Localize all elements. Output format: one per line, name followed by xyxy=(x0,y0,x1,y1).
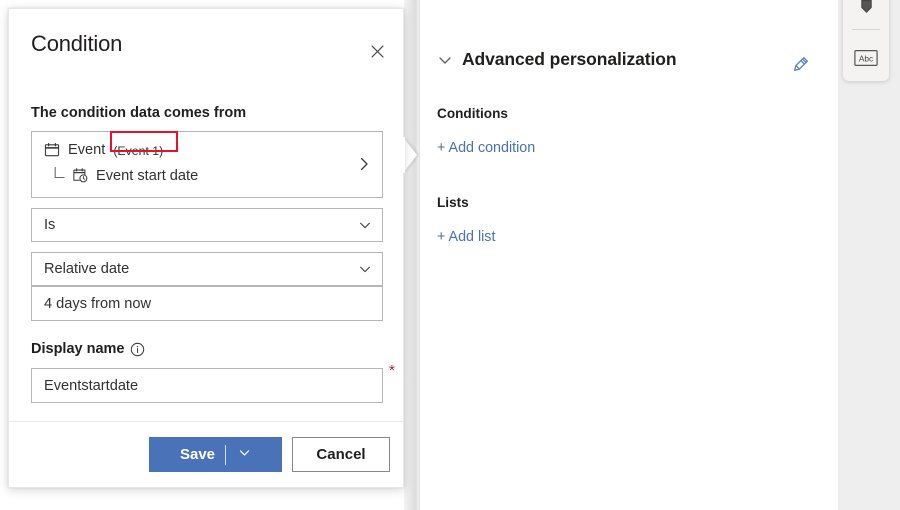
calendar-icon xyxy=(44,142,60,158)
save-split-divider xyxy=(225,445,226,465)
save-button[interactable]: Save xyxy=(149,437,282,472)
section-title: Advanced personalization xyxy=(462,49,676,70)
footer-divider xyxy=(9,421,403,422)
display-name-label: Display name xyxy=(31,341,125,357)
chevron-down-icon[interactable] xyxy=(238,446,251,463)
chevron-down-icon[interactable] xyxy=(358,218,372,232)
toolbar-divider xyxy=(852,29,880,30)
operator-select[interactable]: Is xyxy=(31,208,383,242)
add-condition-link[interactable]: + Add condition xyxy=(437,140,535,156)
save-button-label: Save xyxy=(180,446,215,463)
relative-date-value: 4 days from now xyxy=(44,296,151,312)
pen-edit-icon[interactable] xyxy=(789,50,815,74)
source-primary-row: Event (Event 1) xyxy=(44,142,163,158)
text-abc-icon[interactable]: Abc xyxy=(843,39,889,77)
condition-source-picker[interactable]: Event (Event 1) xyxy=(31,131,383,198)
pane-gutter xyxy=(404,0,420,510)
source-secondary-row: Event start date xyxy=(54,167,198,184)
source-entity-name: Event xyxy=(68,142,105,158)
chevron-down-icon[interactable] xyxy=(437,52,453,68)
display-name-value: Eventstartdate xyxy=(44,378,138,394)
page-title: Condition xyxy=(31,31,122,57)
lists-heading: Lists xyxy=(437,195,469,210)
date-mode-select[interactable]: Relative date xyxy=(31,252,383,286)
required-marker: * xyxy=(389,363,395,378)
callout-pointer-seam xyxy=(399,137,405,173)
close-icon[interactable] xyxy=(361,35,393,67)
display-name-input[interactable]: Eventstartdate xyxy=(31,368,383,403)
info-icon[interactable] xyxy=(130,342,145,357)
chevron-down-icon[interactable] xyxy=(358,262,372,276)
source-field-name: Event start date xyxy=(96,168,198,184)
date-mode-value: Relative date xyxy=(44,261,129,277)
add-list-link[interactable]: + Add list xyxy=(437,229,495,245)
relative-date-value-field[interactable]: 4 days from now xyxy=(31,286,383,321)
highlighter-icon[interactable] xyxy=(843,0,889,26)
callout-pointer xyxy=(403,137,417,173)
svg-text:Abc: Abc xyxy=(859,54,873,63)
operator-value: Is xyxy=(44,217,55,233)
tree-elbow-connector xyxy=(54,167,65,181)
advanced-personalization-header[interactable]: Advanced personalization xyxy=(437,49,676,70)
condition-dialog: Condition The condition data comes from … xyxy=(8,8,404,488)
cancel-button[interactable]: Cancel xyxy=(292,437,390,472)
floating-toolbar: Abc xyxy=(843,0,889,81)
screen-root: Advanced personalization Conditions + Ad… xyxy=(0,0,900,510)
calendar-date-time-icon xyxy=(72,167,89,184)
cancel-button-label: Cancel xyxy=(316,446,365,463)
display-name-label-group: Display name xyxy=(31,341,145,357)
source-field-label: The condition data comes from xyxy=(31,105,246,121)
pane-divider xyxy=(419,0,420,510)
conditions-heading: Conditions xyxy=(437,106,508,121)
right-content-pane xyxy=(420,0,838,510)
chevron-right-icon[interactable] xyxy=(357,156,371,172)
source-entity-qualifier: (Event 1) xyxy=(113,144,163,158)
